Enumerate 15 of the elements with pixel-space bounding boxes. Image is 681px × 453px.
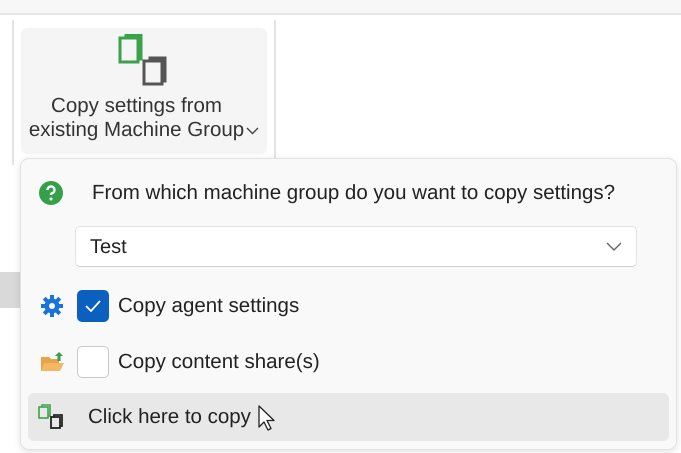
checkbox[interactable] bbox=[77, 290, 109, 322]
chevron-icon bbox=[606, 242, 622, 251]
option-label: Copy content share(s) bbox=[118, 348, 320, 375]
help-icon bbox=[39, 181, 63, 205]
cursor-icon bbox=[258, 405, 276, 431]
gear-icon bbox=[40, 294, 64, 318]
folder-icon bbox=[40, 351, 66, 373]
copy-settings-button[interactable]: Copy settings from existing Machine Group bbox=[21, 28, 267, 154]
group-dropdown[interactable]: Test bbox=[75, 226, 637, 267]
question-text: From which machine group do you want to copy settings? bbox=[92, 180, 616, 206]
caret-icon bbox=[246, 127, 260, 135]
check-icon bbox=[84, 299, 102, 313]
copy-button[interactable]: Click here to copy bbox=[28, 393, 669, 441]
option-label: Copy agent settings bbox=[118, 292, 300, 319]
copy-icon bbox=[38, 404, 66, 430]
